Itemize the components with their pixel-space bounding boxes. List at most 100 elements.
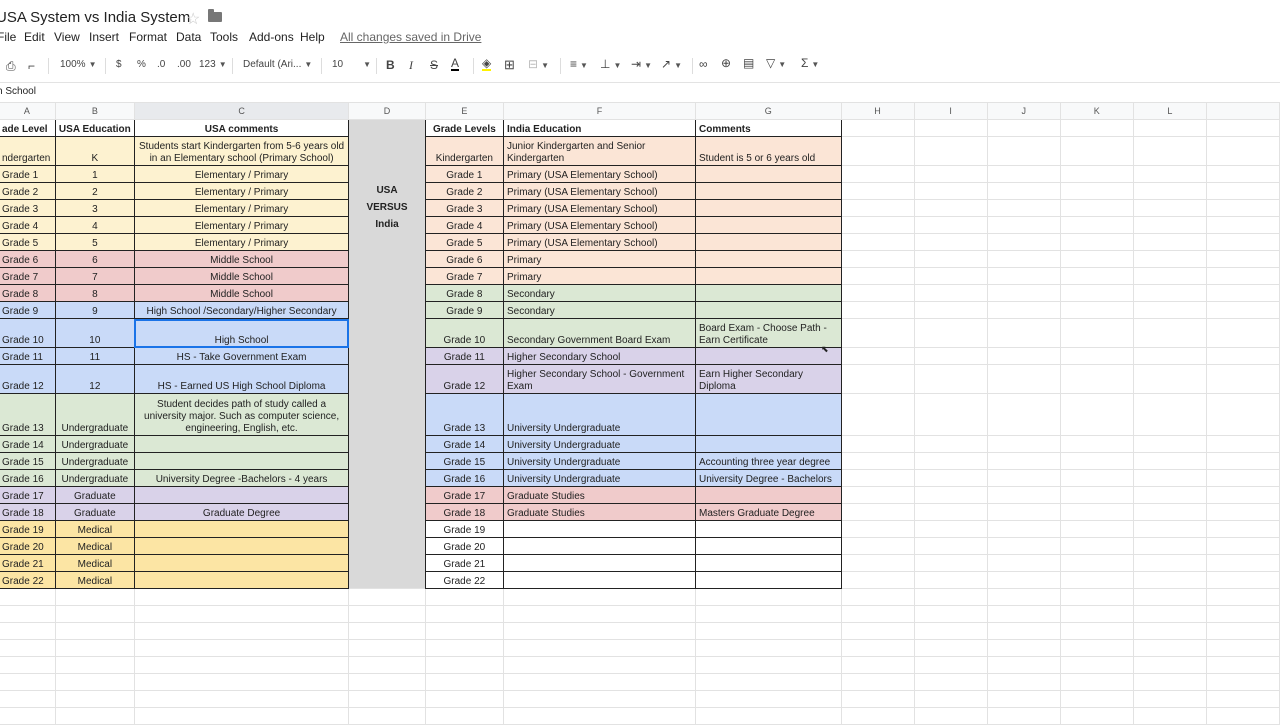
cell[interactable]: University Undergraduate (502, 393, 697, 436)
cell[interactable] (348, 318, 426, 348)
cell[interactable] (913, 364, 988, 394)
cell[interactable] (1132, 393, 1207, 436)
cell[interactable] (1059, 588, 1134, 606)
cell[interactable]: Graduate Studies (502, 486, 697, 504)
cell[interactable] (695, 486, 842, 504)
functions-button[interactable]: Σ ▼ (801, 56, 819, 70)
cell[interactable]: University Degree -Bachelors - 4 years (133, 469, 350, 487)
cell[interactable] (1132, 571, 1207, 589)
cell[interactable]: Graduate (54, 503, 135, 521)
cell[interactable] (348, 119, 426, 137)
document-title[interactable]: USA System vs India System (0, 9, 190, 26)
cell[interactable]: Primary (502, 267, 697, 285)
cell[interactable] (840, 537, 915, 555)
chart-icon[interactable]: ▤ (743, 56, 754, 70)
cell[interactable] (840, 639, 915, 657)
cell[interactable]: Middle School (133, 284, 350, 302)
cell[interactable] (986, 469, 1061, 487)
cell[interactable] (913, 393, 988, 436)
cell[interactable]: Grade 17 (424, 486, 504, 504)
cell[interactable]: India Education (502, 119, 697, 137)
cell[interactable] (1132, 639, 1207, 657)
cell[interactable] (1059, 165, 1134, 183)
cell[interactable] (913, 119, 988, 137)
cell[interactable]: Secondary (502, 301, 697, 319)
cell[interactable] (502, 571, 697, 589)
cell[interactable] (840, 656, 915, 674)
cell[interactable] (133, 452, 350, 470)
cell[interactable] (1059, 639, 1134, 657)
cell[interactable]: Students start Kindergarten from 5-6 yea… (133, 136, 350, 166)
cell[interactable]: Grade 14 (0, 435, 56, 453)
cell[interactable] (133, 486, 350, 504)
cell[interactable]: Secondary Government Board Exam (502, 318, 697, 348)
cell[interactable] (1059, 605, 1134, 623)
cell[interactable]: Undergraduate (54, 393, 135, 436)
cell[interactable] (1205, 622, 1280, 640)
cell[interactable]: Medical (54, 554, 135, 572)
cell[interactable] (695, 673, 842, 691)
number-format-select[interactable]: 123 ▼ (199, 59, 227, 70)
cell[interactable] (695, 233, 842, 251)
cell[interactable]: Graduate Degree (133, 503, 350, 521)
cell[interactable] (840, 182, 915, 200)
cell[interactable] (913, 347, 988, 365)
cell[interactable]: Elementary / Primary (133, 199, 350, 217)
cell[interactable] (1132, 707, 1207, 725)
cell[interactable] (424, 588, 504, 606)
menu-file[interactable]: File (0, 30, 16, 44)
cell[interactable] (54, 588, 135, 606)
cell[interactable] (348, 554, 426, 572)
cell[interactable] (913, 233, 988, 251)
cell[interactable]: Grade 20 (0, 537, 56, 555)
cell[interactable] (1205, 250, 1280, 268)
cell[interactable] (502, 622, 697, 640)
cell[interactable] (840, 216, 915, 234)
cell[interactable] (1059, 690, 1134, 708)
cell[interactable] (840, 520, 915, 538)
cell[interactable] (1132, 605, 1207, 623)
cell[interactable] (1059, 250, 1134, 268)
cell[interactable]: University Undergraduate (502, 452, 697, 470)
cell[interactable] (1059, 486, 1134, 504)
cell[interactable] (348, 486, 426, 504)
cell[interactable] (986, 707, 1061, 725)
cell[interactable] (1205, 435, 1280, 453)
cell[interactable] (840, 486, 915, 504)
cell[interactable]: 12 (54, 364, 135, 394)
cell[interactable] (348, 520, 426, 538)
cell[interactable] (1205, 318, 1280, 348)
cell[interactable] (913, 452, 988, 470)
cell[interactable] (424, 690, 504, 708)
cell[interactable]: Grade 19 (0, 520, 56, 538)
bold-button[interactable]: B (386, 58, 395, 72)
cell[interactable]: Grade 19 (424, 520, 504, 538)
cell[interactable] (1132, 452, 1207, 470)
cell[interactable] (913, 707, 988, 725)
cell[interactable]: Grade 6 (424, 250, 504, 268)
cell[interactable] (0, 673, 56, 691)
cell[interactable] (986, 622, 1061, 640)
cell[interactable] (840, 707, 915, 725)
comment-icon[interactable]: ⊕ (721, 56, 731, 70)
cell[interactable] (1132, 469, 1207, 487)
cell[interactable] (502, 673, 697, 691)
cell[interactable] (1059, 119, 1134, 137)
cell[interactable] (1059, 673, 1134, 691)
cell[interactable] (913, 690, 988, 708)
cell[interactable]: Primary (502, 250, 697, 268)
cell[interactable] (913, 182, 988, 200)
cell[interactable] (1132, 284, 1207, 302)
cell[interactable] (1205, 469, 1280, 487)
cell[interactable] (424, 707, 504, 725)
cell[interactable] (1205, 486, 1280, 504)
cell[interactable] (1059, 656, 1134, 674)
cell[interactable] (1059, 347, 1134, 365)
cell[interactable] (1132, 250, 1207, 268)
cell[interactable] (986, 486, 1061, 504)
cell[interactable] (133, 605, 350, 623)
cell[interactable]: Grade 9 (0, 301, 56, 319)
cell[interactable]: Undergraduate (54, 469, 135, 487)
cell[interactable] (840, 301, 915, 319)
horizontal-align-icon[interactable]: ≡ ▼ (570, 57, 588, 71)
